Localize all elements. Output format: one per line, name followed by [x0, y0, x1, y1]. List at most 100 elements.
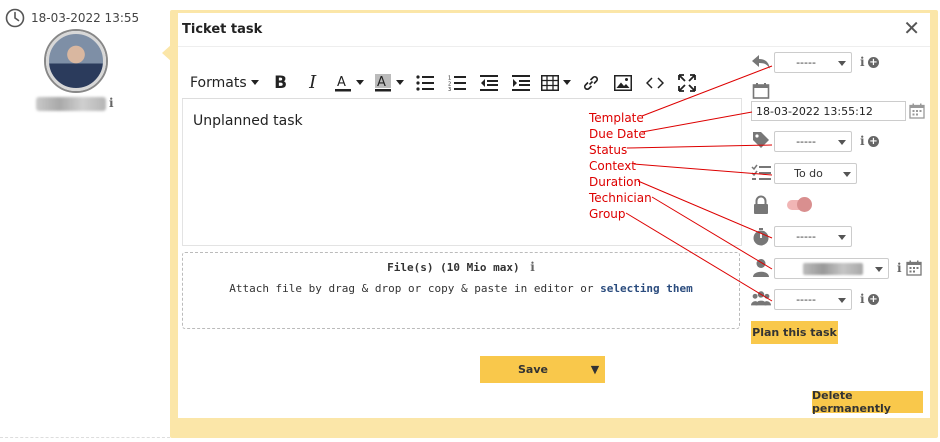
files-title: File(s) (10 Mio max) i: [183, 260, 739, 274]
template-info-icon[interactable]: i: [860, 55, 865, 69]
technician-planning-icon[interactable]: [904, 258, 924, 278]
font-color-icon: A: [334, 75, 351, 91]
select-files-link[interactable]: selecting them: [600, 282, 693, 295]
chevron-down-icon: [395, 80, 404, 85]
annotation-due-date: Due Date: [589, 127, 646, 141]
background-color-icon: A: [374, 73, 391, 91]
task-content-editor[interactable]: Unplanned task: [182, 99, 742, 246]
template-dropdown[interactable]: -----: [774, 52, 852, 73]
add-template-icon[interactable]: +: [868, 57, 879, 68]
chevron-down-icon: [875, 267, 883, 272]
annotation-context: Context: [589, 159, 637, 173]
timeline-divider: [0, 437, 170, 438]
avatar[interactable]: [46, 31, 106, 91]
chevron-down-icon: [838, 140, 846, 145]
author-name-redacted: [36, 97, 106, 111]
author-info-icon[interactable]: i: [109, 96, 114, 110]
fullscreen-button[interactable]: [671, 69, 703, 97]
file-dropzone[interactable]: File(s) (10 Mio max) i Attach file by dr…: [182, 252, 740, 329]
formats-dropdown[interactable]: Formats: [182, 69, 265, 97]
indent-icon: [511, 74, 530, 91]
group-icon: [751, 289, 771, 309]
chevron-down-icon: [355, 80, 364, 85]
private-toggle[interactable]: [787, 197, 812, 212]
duration-dropdown[interactable]: -----: [774, 226, 852, 247]
clock-icon: [5, 8, 25, 28]
due-date-input[interactable]: 18-03-2022 13:55:12: [751, 101, 906, 121]
context-value: To do: [794, 167, 823, 180]
font-color-button[interactable]: A: [329, 69, 369, 97]
annotation-template: Template: [589, 111, 644, 125]
status-dropdown[interactable]: -----: [774, 131, 852, 152]
tag-icon: [751, 130, 771, 150]
svg-text:A: A: [337, 75, 346, 90]
group-info-icon[interactable]: i: [860, 292, 865, 306]
annotation-status: Status: [589, 143, 628, 157]
annotation-group: Group: [589, 207, 626, 221]
close-icon[interactable]: ✕: [903, 16, 920, 40]
svg-text:3: 3: [448, 87, 451, 91]
code-icon: [645, 76, 664, 89]
link-button[interactable]: [575, 69, 607, 97]
status-value: -----: [796, 135, 816, 148]
timer-icon: [751, 227, 771, 247]
image-button[interactable]: [607, 69, 639, 97]
files-info-icon[interactable]: i: [530, 260, 535, 274]
group-value: -----: [796, 293, 816, 306]
editor-toolbar: Formats B I A A 1 2 3: [182, 67, 742, 99]
source-code-button[interactable]: [639, 69, 671, 97]
date-picker-icon[interactable]: [907, 101, 927, 121]
title-divider: [178, 46, 930, 47]
technician-name-redacted: [803, 263, 863, 275]
background-color-button[interactable]: A: [369, 69, 409, 97]
group-dropdown[interactable]: -----: [774, 289, 852, 310]
template-icon: [751, 52, 771, 72]
numbered-list-button[interactable]: 1 2 3: [441, 69, 473, 97]
editor-text: Unplanned task: [193, 113, 303, 129]
due-date-value: 18-03-2022 13:55:12: [756, 104, 873, 118]
add-status-icon[interactable]: +: [868, 136, 879, 147]
italic-button[interactable]: I: [297, 69, 329, 97]
save-button[interactable]: Save ▼: [480, 356, 605, 383]
save-options-toggle[interactable]: ▼: [585, 356, 605, 383]
chevron-down-icon: [250, 80, 259, 85]
plan-task-button[interactable]: Plan this task: [751, 321, 838, 344]
panel-body: Ticket task ✕ Formats B I A A 1 2 3 Unpl…: [178, 13, 930, 418]
template-value: -----: [796, 56, 816, 69]
table-button[interactable]: [537, 69, 575, 97]
annotation-technician: Technician: [589, 191, 652, 205]
calendar-icon: [751, 81, 771, 101]
outdent-button[interactable]: [473, 69, 505, 97]
lock-icon: [751, 195, 771, 215]
formats-label: Formats: [190, 74, 247, 91]
context-dropdown[interactable]: To do: [774, 163, 857, 184]
outdent-icon: [479, 74, 498, 91]
duration-value: -----: [796, 230, 816, 243]
add-group-icon[interactable]: +: [868, 294, 879, 305]
files-title-text: File(s) (10 Mio max): [387, 261, 520, 274]
chevron-down-icon: [838, 61, 846, 66]
timeline-column: 18-03-2022 13:55 i: [0, 0, 170, 442]
toggle-knob: [797, 197, 812, 212]
image-icon: [613, 74, 632, 91]
timeline-timestamp: 18-03-2022 13:55: [5, 8, 139, 28]
panel-title: Ticket task: [182, 22, 263, 37]
chevron-down-icon: [843, 172, 851, 177]
bullet-list-icon: [416, 74, 434, 91]
checklist-icon: [751, 163, 771, 183]
ticket-task-panel: Ticket task ✕ Formats B I A A 1 2 3 Unpl…: [170, 10, 938, 438]
annotation-duration: Duration: [589, 175, 642, 189]
bullet-list-button[interactable]: [409, 69, 441, 97]
chevron-down-icon: [838, 235, 846, 240]
svg-text:A: A: [377, 75, 386, 90]
bold-button[interactable]: B: [265, 69, 297, 97]
chevron-down-icon: [838, 298, 846, 303]
indent-button[interactable]: [505, 69, 537, 97]
delete-permanently-button[interactable]: Delete permanently: [812, 389, 923, 415]
technician-info-icon[interactable]: i: [897, 261, 902, 275]
timestamp-text: 18-03-2022 13:55: [31, 11, 140, 25]
fullscreen-icon: [677, 73, 696, 92]
technician-dropdown[interactable]: [774, 258, 889, 279]
files-hint: Attach file by drag & drop or copy & pas…: [183, 282, 739, 295]
status-info-icon[interactable]: i: [860, 134, 865, 148]
